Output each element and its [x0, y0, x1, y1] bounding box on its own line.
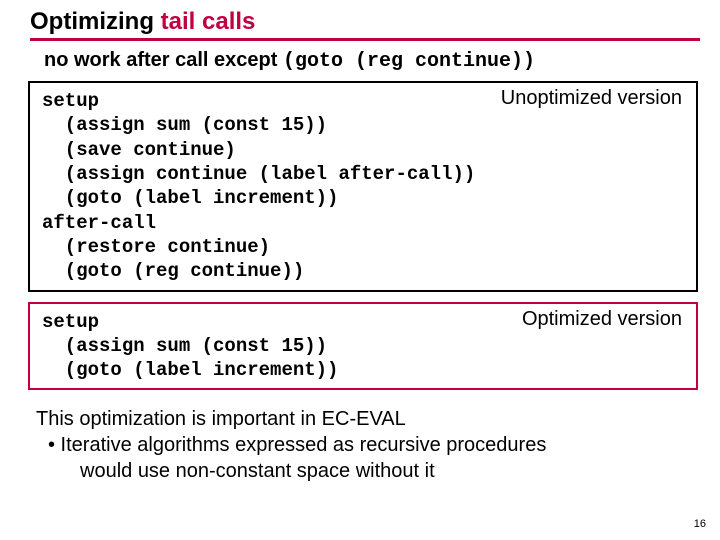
subtitle: no work after call except (goto (reg con…	[0, 49, 720, 81]
unoptimized-label: Unoptimized version	[501, 87, 682, 110]
subtitle-bold: no work after call except	[44, 49, 283, 71]
optimized-label: Optimized version	[522, 308, 682, 331]
title-underline	[30, 38, 700, 41]
footer-text: This optimization is important in EC-EVA…	[0, 400, 720, 484]
footer-line1: This optimization is important in EC-EVA…	[36, 406, 692, 432]
unoptimized-code: setup (assign sum (const 15)) (save cont…	[42, 89, 686, 284]
title-pre: Optimizing	[30, 8, 161, 35]
optimized-box: Optimized version setup (assign sum (con…	[28, 302, 698, 391]
subtitle-mono: (goto (reg continue))	[283, 50, 535, 73]
slide-title: Optimizing tail calls	[0, 8, 720, 38]
page-number: 16	[694, 518, 706, 530]
unoptimized-box: Unoptimized version setup (assign sum (c…	[28, 81, 698, 292]
footer-bullet-a: • Iterative algorithms expressed as recu…	[36, 432, 692, 458]
title-red: tail calls	[161, 8, 256, 35]
footer-bullet-b: would use non-constant space without it	[36, 458, 692, 484]
